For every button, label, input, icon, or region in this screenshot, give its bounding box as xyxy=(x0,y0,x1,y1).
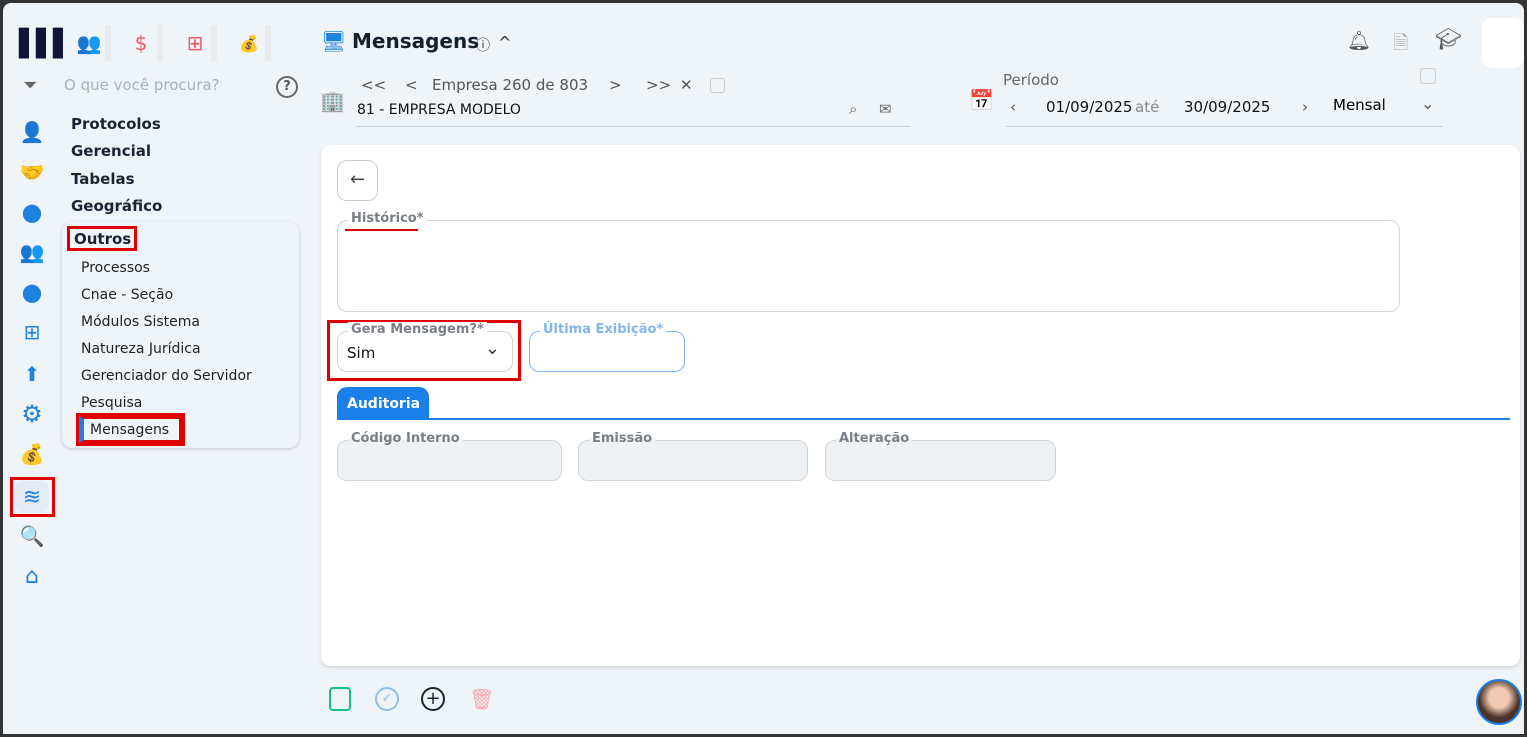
menu-item-processos[interactable]: Processos xyxy=(81,260,150,276)
info-icon[interactable]: ⓘ xyxy=(476,35,490,55)
company-current: 260 xyxy=(502,76,532,94)
menu-item-gerenciador-servidor[interactable]: Gerenciador do Servidor xyxy=(81,368,252,384)
people-icon[interactable]: 👥 xyxy=(73,25,111,61)
submenu-outros xyxy=(62,222,299,448)
period-type-select[interactable]: Mensal xyxy=(1333,96,1386,114)
tab-auditoria[interactable]: Auditoria xyxy=(337,387,429,419)
menu-item-cnae-secao[interactable]: Cnae - Seção xyxy=(81,287,173,303)
menu-item-pesquisa[interactable]: Pesquisa xyxy=(81,395,142,411)
calculator-icon[interactable]: ⊞ xyxy=(17,317,47,347)
last-company-button[interactable]: >> xyxy=(646,76,671,94)
page-title: Mensagens xyxy=(352,29,480,53)
help-icon[interactable]: ? xyxy=(276,76,298,98)
graduation-cap-icon[interactable]: 🎓︎ xyxy=(1435,27,1462,52)
monitor-icon: 🖥 xyxy=(321,29,347,53)
menu-search-input[interactable]: O que você procura? xyxy=(64,76,220,94)
company-underline xyxy=(356,126,910,127)
tab-underline xyxy=(337,418,1510,420)
clear-company-button[interactable]: ✕ xyxy=(680,76,693,94)
layers-icon[interactable]: ≋ xyxy=(15,481,49,513)
trash-icon[interactable]: 🗑︎ xyxy=(469,687,494,711)
gera-mensagem-select[interactable]: Gera Mensagem?* Sim ⌄ xyxy=(337,322,513,372)
company-total: 803 xyxy=(559,76,589,94)
assistant-avatar[interactable] xyxy=(1476,679,1522,725)
gera-mensagem-value: Sim xyxy=(347,344,376,362)
handshake-icon[interactable]: 🤝 xyxy=(17,157,47,187)
home-icon[interactable]: ⌂ xyxy=(17,561,47,591)
document-search-icon[interactable]: 🗎 xyxy=(1393,29,1408,61)
alteracao-field[interactable]: Alteração xyxy=(825,431,1056,481)
ultima-exibicao-field[interactable]: Última Exibição* xyxy=(529,322,685,372)
money-bag-icon[interactable]: 💰 xyxy=(17,439,47,469)
emissao-label: Emissão xyxy=(589,431,656,446)
company-label: Empresa xyxy=(432,76,498,94)
period-underline xyxy=(1006,126,1443,127)
clock-icon[interactable]: ● xyxy=(17,197,47,227)
collapse-icon[interactable]: ^ xyxy=(498,33,511,52)
menu-tabelas[interactable]: Tabelas xyxy=(71,170,135,188)
dollar-icon[interactable]: $ xyxy=(125,25,163,61)
menu-gerencial[interactable]: Gerencial xyxy=(71,142,151,160)
alteracao-label: Alteração xyxy=(836,431,913,446)
search-company-icon[interactable]: ⌕ xyxy=(849,100,857,118)
period-start[interactable]: 01/09/2025 xyxy=(1046,98,1132,116)
first-company-button[interactable]: << xyxy=(361,76,386,94)
gera-mensagem-label: Gera Mensagem?* xyxy=(348,322,487,337)
arrow-percent-icon[interactable]: ⬆ xyxy=(17,359,47,389)
building-icon: 🏢 xyxy=(320,89,345,113)
chevron-down-icon: ⌄ xyxy=(484,338,500,359)
menu-protocolos[interactable]: Protocolos xyxy=(71,115,161,133)
bell-icon[interactable]: 🔔︎ xyxy=(1347,29,1371,52)
historico-textarea[interactable]: Histórico* xyxy=(337,211,1400,312)
prev-company-button[interactable]: < xyxy=(405,76,418,94)
menu-item-modulos-sistema[interactable]: Módulos Sistema xyxy=(81,314,200,330)
form-card: ← Histórico* Gera Mensagem?* Sim ⌄ Últim… xyxy=(321,145,1520,666)
next-company-button[interactable]: > xyxy=(609,76,622,94)
historico-label: Histórico* xyxy=(348,211,427,226)
user-panel[interactable] xyxy=(1482,18,1524,68)
confirm-icon[interactable]: ✓ xyxy=(375,687,399,711)
emissao-field[interactable]: Emissão xyxy=(578,431,808,481)
user-gear-icon[interactable]: 👤 xyxy=(17,117,47,147)
company-field[interactable]: 81 - EMPRESA MODELO xyxy=(357,102,521,118)
users-icon[interactable]: 👥 xyxy=(17,237,47,267)
save-icon[interactable] xyxy=(329,687,351,711)
money-bag-icon[interactable]: 💰 xyxy=(233,25,271,61)
historico-underline-mark xyxy=(345,229,418,231)
back-button[interactable]: ← xyxy=(337,160,378,201)
codigo-interno-label: Código Interno xyxy=(348,431,463,446)
add-icon[interactable]: + xyxy=(421,687,445,711)
menu-item-natureza-juridica[interactable]: Natureza Jurídica xyxy=(81,341,201,357)
company-sep: de xyxy=(535,76,555,94)
period-checkbox[interactable] xyxy=(1420,68,1436,84)
app-window: ▌▌▌ 👥 $ ⊞ 💰 ⏷ O que você procura? ? 👤 🤝 … xyxy=(3,3,1524,734)
period-sep: até xyxy=(1135,98,1160,116)
calculator-icon[interactable]: ⊞ xyxy=(179,25,217,61)
menu-outros[interactable]: Outros xyxy=(74,230,131,248)
chevron-down-icon[interactable]: ⌄ xyxy=(1421,94,1434,113)
mail-icon[interactable]: ✉ xyxy=(879,100,892,118)
company-counter: Empresa 260 de 803 xyxy=(432,76,588,94)
ultima-exibicao-label: Última Exibição* xyxy=(540,322,667,337)
company-checkbox[interactable] xyxy=(710,78,725,93)
codigo-interno-field[interactable]: Código Interno xyxy=(337,431,562,481)
search-icon[interactable]: 🔍 xyxy=(17,521,47,551)
dollar-circle-icon[interactable]: ● xyxy=(17,277,47,307)
gear-plus-icon[interactable]: ⚙ xyxy=(17,399,47,429)
filter-icon[interactable]: ⏷ xyxy=(23,75,37,96)
period-label: Período xyxy=(1003,71,1059,89)
menu-item-mensagens[interactable]: Mensagens xyxy=(90,422,169,438)
next-period-button[interactable]: › xyxy=(1302,98,1308,116)
menu-geografico[interactable]: Geográfico xyxy=(71,197,162,215)
prev-period-button[interactable]: ‹ xyxy=(1010,98,1016,116)
app-logo: ▌▌▌ xyxy=(19,29,73,59)
calendar-icon: 📅 xyxy=(969,88,994,112)
period-end[interactable]: 30/09/2025 xyxy=(1184,98,1270,116)
